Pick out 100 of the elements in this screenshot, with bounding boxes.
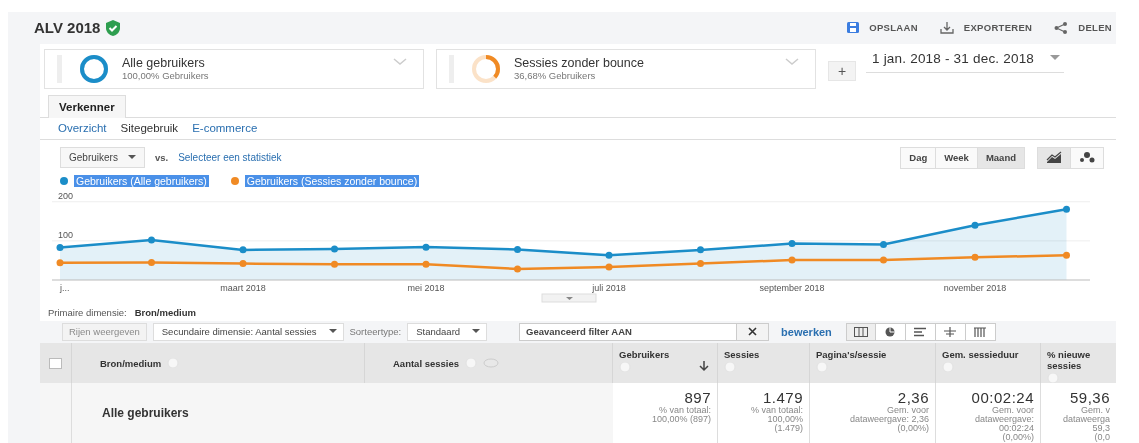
x-tick-label: november 2018 [943, 282, 1007, 293]
x-tick-label: maart 2018 [220, 282, 266, 293]
point [1063, 251, 1070, 259]
chart-type-button[interactable] [1038, 147, 1071, 168]
x-tick-label: j... [60, 282, 70, 293]
bar-list-icon [913, 326, 928, 337]
metric-note: Gem. voor dataweergave: 2,36 (0,00%) [848, 406, 929, 433]
metric-value: 897 [683, 389, 711, 406]
edit-link[interactable]: bewerken [781, 325, 832, 338]
segment-card[interactable]: Alle gebruikers 100,00% Gebruikers [44, 48, 424, 89]
primary-dimension-label: Primaire dimensie: [48, 306, 127, 318]
legend-dot [60, 176, 68, 185]
point [422, 260, 430, 268]
view-button[interactable] [875, 322, 906, 341]
point [56, 258, 64, 266]
comparison-icon [943, 326, 958, 337]
metric-value: 00:02:24 [970, 389, 1034, 406]
view-button[interactable] [905, 322, 936, 341]
point [605, 263, 613, 271]
y-tick-label: 200 [58, 190, 74, 201]
segment-name: Sessies zonder bounce [514, 56, 644, 71]
period-button[interactable]: Week [936, 147, 978, 168]
y-tick-label: 100 [58, 229, 74, 240]
action-button[interactable]: OPSLAAN [847, 21, 918, 34]
column-header[interactable]: Pagina's/sessie [816, 349, 887, 360]
point [148, 258, 155, 266]
report-title: ALV 2018 [34, 19, 101, 37]
point [880, 256, 887, 264]
point [880, 240, 887, 248]
chart-type-button[interactable] [1071, 147, 1103, 168]
sort-type-dropdown[interactable]: Standaard [407, 322, 488, 341]
subtab-link[interactable]: Sitegebruik [120, 122, 179, 135]
point [148, 236, 155, 244]
metric-note: Gem. v dataweerga 59,3 (0,0 [1061, 406, 1110, 442]
period-button[interactable]: Dag [901, 147, 937, 168]
point [1063, 205, 1070, 213]
metric-value: 59,36 [1068, 389, 1110, 406]
report-tab[interactable]: Verkenner [48, 95, 126, 119]
x-tick-label: juli 2018 [592, 282, 626, 293]
subtab-link[interactable]: Overzicht [58, 122, 107, 135]
metric-value: 1.479 [761, 389, 803, 406]
metric-dropdown[interactable]: Gebruikers [60, 147, 145, 169]
advanced-filter-field[interactable]: Geavanceerd filter AAN [519, 322, 738, 341]
action-button[interactable]: EXPORTEREN [939, 21, 1033, 34]
clear-filter-button[interactable] [737, 322, 770, 341]
segment-share: 36,68% Gebruikers [514, 70, 597, 82]
column-header[interactable]: Gem. sessieduur [942, 349, 1019, 360]
segment-share: 100,00% Gebruikers [122, 70, 209, 82]
period-button[interactable]: Maand [977, 147, 1024, 168]
pivot-columns-icon [973, 326, 988, 337]
sort-type-label: Sorteertype: [349, 326, 402, 338]
column-header[interactable]: Aantal sessies [393, 357, 459, 369]
point [697, 259, 704, 267]
date-range-picker[interactable]: 1 jan. 2018 - 31 dec. 2018 [866, 48, 1065, 73]
column-header[interactable]: % nieuwe sessies [1047, 349, 1110, 371]
metric-value: 2,36 [896, 389, 929, 406]
chevron-down-icon [785, 57, 799, 66]
vs-label: vs. [154, 152, 169, 164]
eye-icon [483, 358, 499, 368]
chevron-down-icon [393, 57, 407, 66]
segment-name: Alle gebruikers [122, 56, 206, 71]
segment-card[interactable]: Sessies zonder bounce 36,68% Gebruikers [436, 48, 816, 89]
bubble-chart-icon [1079, 151, 1095, 165]
line-chart-icon [1046, 151, 1062, 165]
point [605, 251, 613, 259]
x-tick-label: september 2018 [759, 282, 825, 293]
share-icon [1054, 21, 1069, 34]
action-button[interactable]: DELEN [1054, 21, 1112, 34]
pie-chart-icon [883, 326, 898, 337]
close-icon [748, 327, 758, 337]
point [514, 265, 521, 273]
point [788, 239, 796, 247]
point [331, 260, 338, 268]
column-header[interactable]: Sessies [724, 349, 760, 360]
caret-down-icon [127, 155, 136, 161]
point [971, 253, 979, 261]
secondary-dimension-dropdown[interactable]: Secundaire dimensie: Aantal sessies [152, 322, 344, 341]
point [422, 243, 430, 251]
point [788, 256, 796, 264]
point [697, 245, 704, 253]
select-all-checkbox[interactable] [49, 357, 62, 369]
collapse-handle[interactable] [541, 293, 597, 303]
caret-down-icon [328, 329, 337, 335]
view-button[interactable] [845, 322, 876, 341]
point [514, 245, 521, 253]
primary-dimension-value[interactable]: Bron/medium [134, 306, 196, 318]
table-grid-icon [853, 326, 868, 337]
column-header[interactable]: Bron/medium [100, 357, 162, 369]
point [239, 245, 247, 253]
point [331, 245, 338, 253]
add-segment-button[interactable]: + [828, 60, 856, 81]
metric-note: % van totaal: 100,00% (897) [650, 406, 711, 424]
column-header[interactable]: Gebruikers [619, 349, 670, 360]
caret-down-icon [472, 329, 481, 335]
x-tick-label: mei 2018 [407, 282, 445, 293]
point [971, 221, 979, 229]
point [239, 259, 247, 267]
row-label: Alle gebruikers [72, 383, 365, 443]
select-metric-link[interactable]: Selecteer een statistiek [178, 152, 282, 164]
subtab-link[interactable]: E-commerce [192, 122, 258, 135]
